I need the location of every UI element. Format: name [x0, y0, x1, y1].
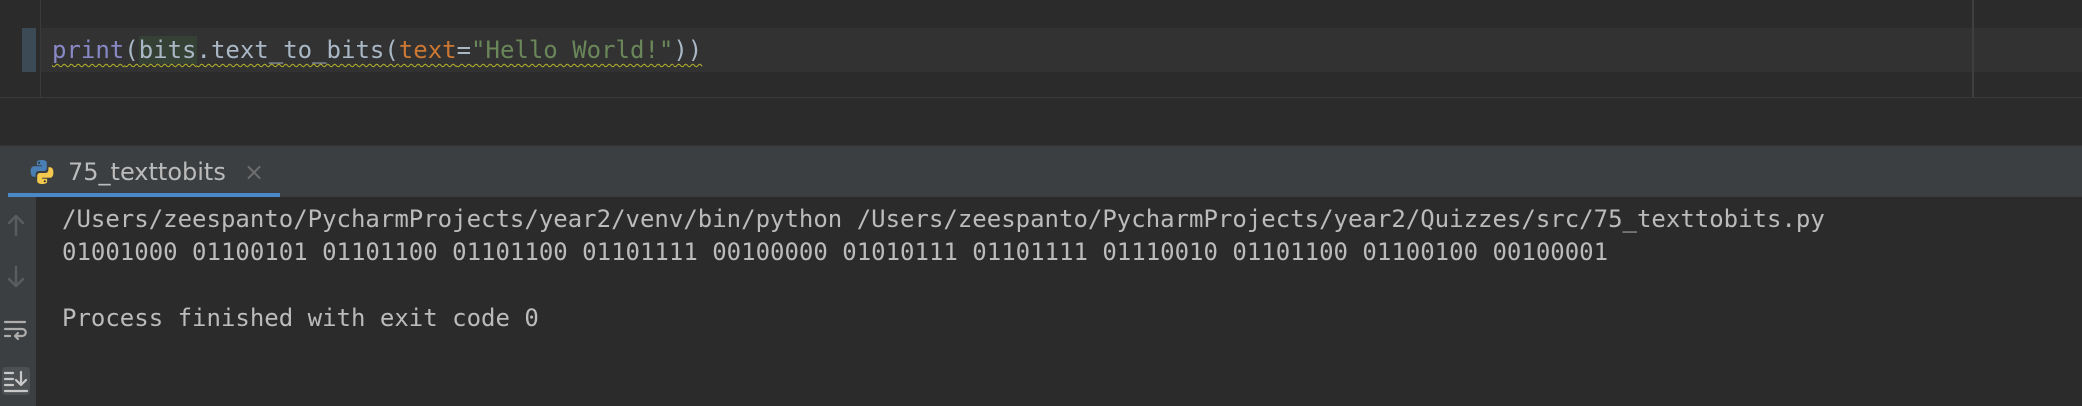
arrow-up-icon[interactable]	[2, 211, 30, 239]
code-token-equals: =	[456, 36, 472, 64]
ide-window: print(bits.text_to_bits(text="Hello Worl…	[0, 0, 2082, 406]
code-token-param: text	[398, 36, 457, 64]
console-toolbar	[0, 197, 36, 406]
code-editor[interactable]: print(bits.text_to_bits(text="Hello Worl…	[0, 0, 2082, 145]
code-token-module: bits	[138, 36, 197, 64]
close-icon[interactable]: ×	[240, 158, 268, 186]
code-token-function: print	[52, 36, 125, 64]
code-token-open-paren: (	[124, 36, 139, 64]
gutter-line-marker	[22, 28, 36, 72]
console-line-output: 01001000 01100101 01101100 01101100 0110…	[62, 238, 1609, 266]
code-token-close-parens: ))	[673, 36, 703, 64]
run-tab-label: 75_texttobits	[68, 158, 226, 186]
python-icon	[30, 160, 54, 184]
soft-wrap-icon[interactable]	[2, 315, 30, 343]
console-line-command: /Users/zeespanto/PycharmProjects/year2/v…	[62, 205, 1825, 233]
right-margin-guide	[1972, 0, 1974, 97]
arrow-down-icon[interactable]	[2, 263, 30, 291]
code-token-string: "Hello World!"	[471, 36, 674, 64]
run-console-output[interactable]: /Users/zeespanto/PycharmProjects/year2/v…	[36, 197, 2082, 406]
editor-divider	[0, 97, 2082, 98]
run-tab[interactable]: 75_texttobits ×	[8, 146, 280, 197]
console-line-exit-status: Process finished with exit code 0	[62, 304, 539, 332]
code-line[interactable]: print(bits.text_to_bits(text="Hello Worl…	[52, 31, 702, 69]
gutter-divider	[40, 0, 41, 97]
run-tool-window-header: 75_texttobits ×	[0, 145, 2082, 197]
code-token-method: .text_to_bits(	[196, 36, 399, 64]
scroll-to-end-icon[interactable]	[2, 367, 30, 395]
